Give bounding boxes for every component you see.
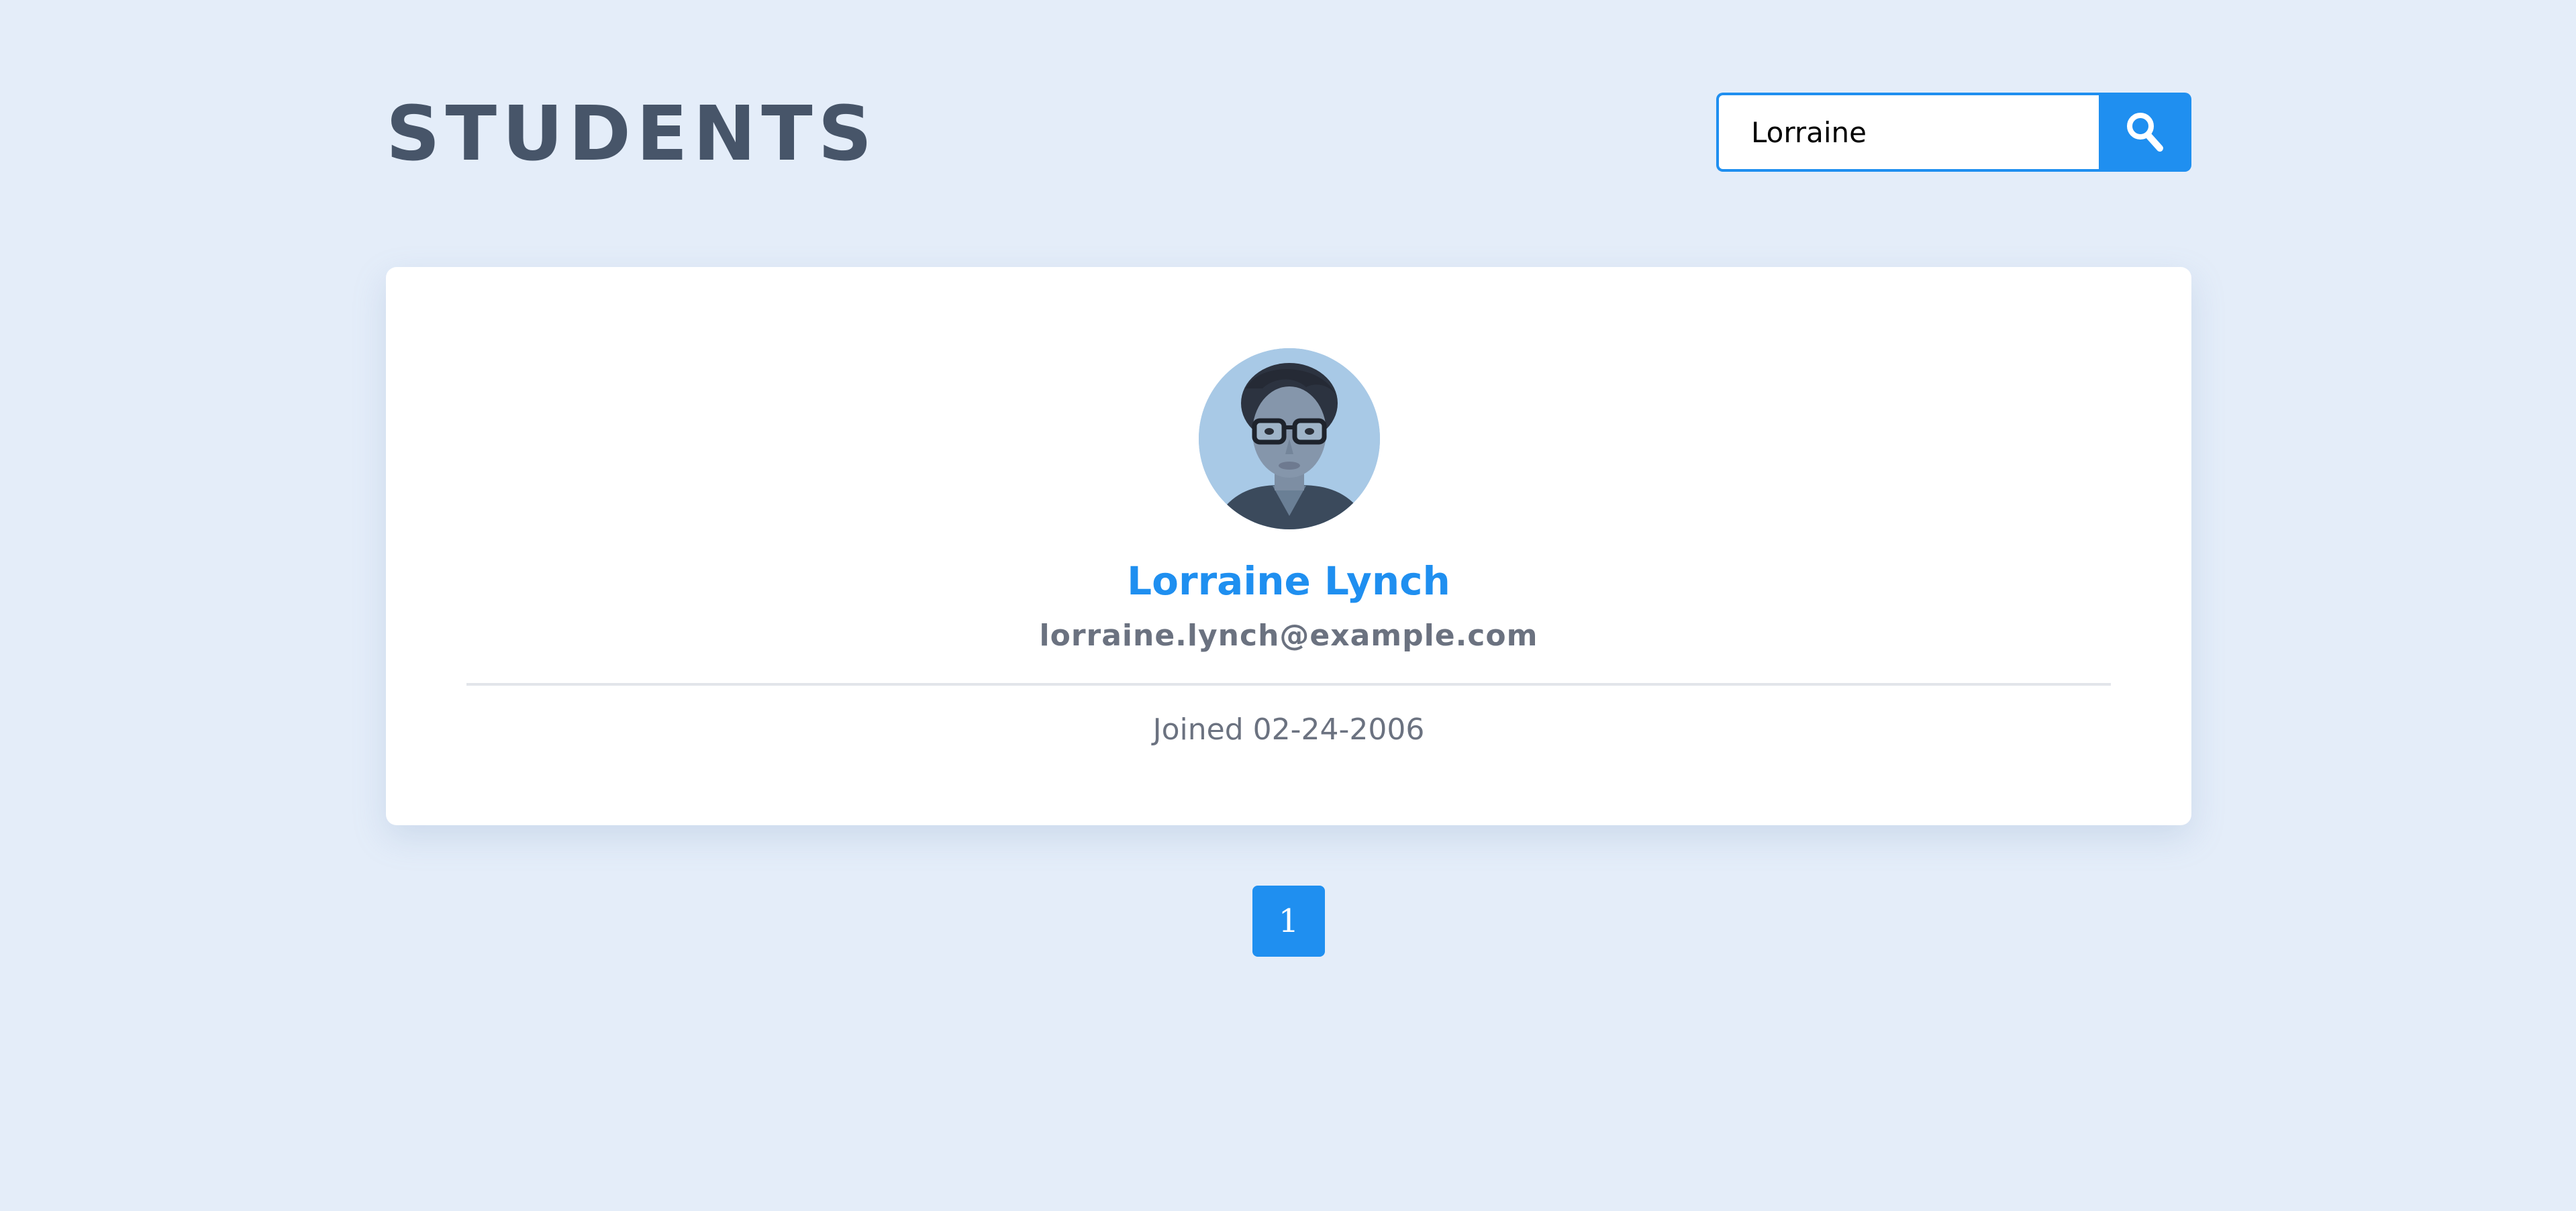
page-header: STUDENTS (386, 87, 2191, 181)
search-button[interactable] (2099, 93, 2191, 172)
search-bar (1716, 93, 2191, 172)
avatar-photo (1199, 348, 1380, 529)
page-title: STUDENTS (386, 91, 878, 178)
student-name: Lorraine Lynch (1127, 558, 1450, 604)
search-input[interactable] (1716, 93, 2099, 172)
page-button-1[interactable]: 1 (1252, 886, 1325, 957)
search-icon (2127, 113, 2163, 152)
joined-date: Joined 02-24-2006 (1152, 713, 1425, 747)
pagination: 1 (1252, 886, 1325, 957)
student-email: lorraine.lynch@example.com (1039, 619, 1538, 653)
students-page: STUDENTS Lorraine Lorraine Lynch lorrain… (0, 0, 2576, 1211)
student-card: Lorraine Lynch lorraine.lynch@example.co… (386, 267, 2191, 825)
avatar (1199, 348, 1380, 529)
divider (466, 683, 2111, 686)
